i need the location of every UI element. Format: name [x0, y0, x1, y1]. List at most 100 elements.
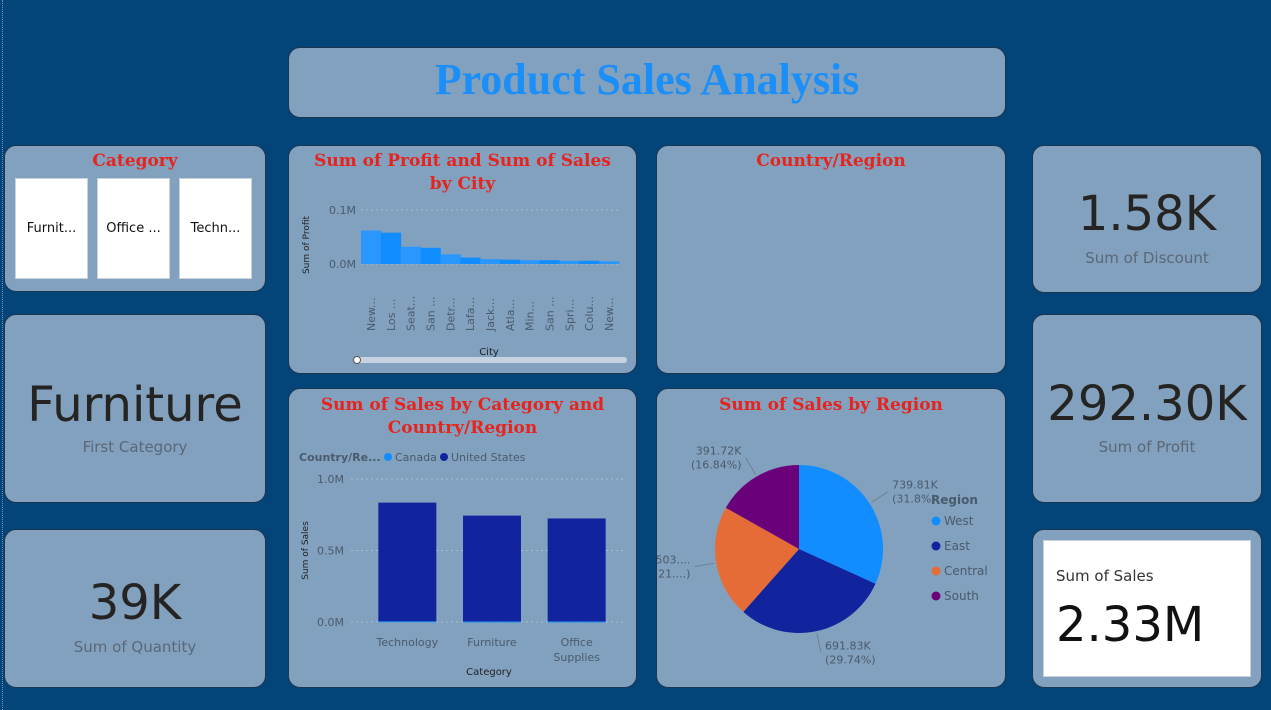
slicer-item-technology[interactable]: Techn...: [179, 178, 252, 279]
scrollbar-track: [355, 357, 627, 363]
bar-canada: [463, 621, 521, 623]
x-tick-label: Los ...: [385, 299, 398, 331]
x-axis-label: Category: [466, 667, 512, 678]
x-tick-label: Colu...: [583, 296, 596, 331]
area-segment: [499, 259, 521, 264]
legend-marker-west: [931, 516, 941, 526]
bar-united-states: [463, 515, 521, 622]
y-tick-label: 0.0M: [329, 258, 356, 271]
area-segment: [599, 261, 620, 264]
x-tick-label: San ...: [424, 296, 437, 331]
quantity-label: Sum of Quantity: [73, 638, 197, 656]
scrollbar-handle[interactable]: [353, 356, 361, 364]
category-slicer: Category Furnit... Office ... Techn...: [4, 145, 266, 292]
x-tick-label: Min...: [524, 301, 537, 331]
bar-canada: [547, 621, 606, 623]
pie-percent-label: (16.84%): [691, 458, 742, 471]
profit-card: 292.30K Sum of Profit: [1032, 314, 1262, 503]
title-card: Product Sales Analysis: [288, 47, 1006, 118]
slicer-item-furniture[interactable]: Furnit...: [15, 178, 88, 279]
dashboard-title: Product Sales Analysis: [434, 55, 860, 104]
area-segment: [440, 254, 461, 264]
first-category-label: First Category: [82, 438, 188, 456]
pie-value-label: 739.81K: [892, 479, 938, 492]
pie-leader-line: [816, 633, 822, 653]
pie-value-label: 691.83K: [825, 640, 871, 653]
x-tick-label: Office: [561, 636, 593, 649]
legend-label-west: West: [944, 514, 974, 528]
x-tick-label: Jack...: [484, 298, 497, 332]
pie-percent-label: (29.74%): [825, 654, 876, 667]
x-tick-label: Technology: [376, 636, 439, 649]
area-segment: [420, 247, 441, 264]
y-tick-label: 1.0M: [317, 473, 344, 486]
sales-by-category-card: Sum of Sales by Category and Country/Reg…: [288, 388, 637, 688]
discount-label: Sum of Discount: [1085, 249, 1209, 267]
slicer-item-office-supplies[interactable]: Office ...: [97, 178, 170, 279]
legend-title: Region: [931, 493, 978, 507]
profit-label: Sum of Profit: [1098, 438, 1196, 456]
quantity-card: 39K Sum of Quantity: [4, 529, 266, 688]
area-segment: [361, 230, 382, 264]
area-segment: [539, 260, 560, 264]
category-bar-chart: Country/Re... Canada United States 1.0M 0.5M…: [299, 451, 625, 678]
sales-by-region-card: Sum of Sales by Region 739.81K (31.8%) 691…: [656, 388, 1006, 688]
discount-value: 1.58K: [1077, 186, 1217, 242]
area-segment: [380, 232, 402, 264]
area-segment: [480, 259, 501, 264]
x-tick-label: Seat...: [405, 296, 418, 331]
x-tick-label: New...: [365, 298, 378, 331]
x-tick-label: San ...: [544, 296, 557, 331]
pie-value-label: 391.72K: [696, 444, 742, 457]
city-area-chart: 0.1M 0.0M Sum of Profit New... Los ... Seat..…: [302, 204, 627, 364]
first-category-card: Furniture First Category: [4, 314, 266, 503]
legend-marker-south: [931, 591, 941, 601]
bar-united-states: [547, 518, 606, 622]
legend-label-united-states: United States: [451, 451, 526, 464]
pie-leader-line: [871, 491, 889, 503]
pie-percent-label: (21....): [657, 568, 690, 581]
area-segment: [460, 257, 481, 264]
x-tick-label: Detr...: [444, 297, 457, 331]
legend-marker-east: [931, 541, 941, 551]
slicer-title: Category: [92, 151, 178, 171]
sales-card-value: 2.33M: [1056, 597, 1205, 653]
first-category-value: Furniture: [27, 377, 243, 433]
pie-leader-line: [745, 457, 756, 475]
y-tick-label: 0.5M: [317, 545, 344, 558]
country-region-card: Country/Region: [656, 145, 1006, 374]
sales-card-panel: Sum of Sales 2.33M: [1043, 540, 1251, 677]
country-region-title: Country/Region: [756, 151, 906, 171]
pie-value-label: 503....: [657, 554, 690, 567]
x-tick-label: Lafa...: [464, 297, 477, 331]
area-segment: [579, 260, 600, 264]
legend-label-central: Central: [944, 564, 988, 578]
sales-card: Sum of Sales 2.33M: [1032, 529, 1262, 688]
y-axis-label: Sum of Sales: [301, 521, 311, 580]
profit-by-city-card: Sum of Profit and Sum of Sales by City 0…: [288, 145, 637, 374]
discount-card: 1.58K Sum of Discount: [1032, 145, 1262, 293]
area-segment: [559, 260, 580, 264]
legend-label-east: East: [944, 539, 970, 553]
legend-marker-canada: [384, 453, 392, 461]
sales-card-label: Sum of Sales: [1056, 567, 1154, 585]
x-tick-label: Furniture: [467, 636, 517, 649]
legend-marker-central: [931, 566, 941, 576]
pie-percent-label: (31.8%): [892, 493, 936, 506]
area-segment: [519, 260, 541, 264]
quantity-value: 39K: [88, 575, 182, 631]
legend-label-canada: Canada: [395, 451, 437, 464]
x-tick-label: New...: [603, 298, 616, 331]
legend-label-south: South: [944, 589, 979, 603]
x-tick-label-line2: Supplies: [553, 651, 600, 664]
bar-united-states: [378, 502, 437, 622]
legend-title: Country/Re...: [299, 451, 381, 464]
y-tick-label: 0.0M: [317, 616, 344, 629]
legend-marker-united-states: [440, 453, 448, 461]
x-tick-label: Atla...: [504, 299, 517, 331]
y-tick-label: 0.1M: [329, 204, 356, 217]
pie-leader-line: [694, 562, 715, 567]
area-segment: [400, 246, 422, 264]
bar-canada: [378, 621, 437, 623]
page-edge-line: [2, 0, 3, 710]
